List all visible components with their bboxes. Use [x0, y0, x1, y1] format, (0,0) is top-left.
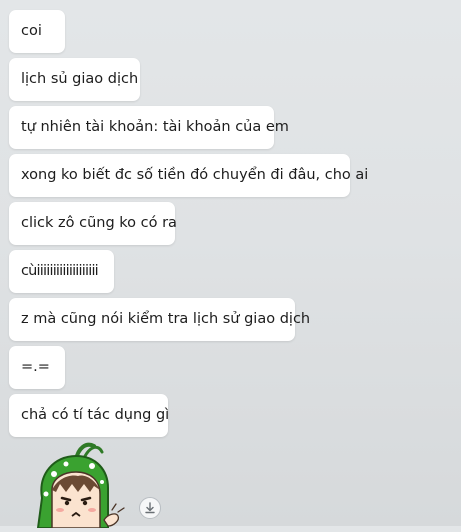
- message-text: cùiiiiiiiiiiiiiiiiiii: [21, 263, 99, 279]
- message-text: tự nhiên tài khoản: tài khoản của em: [21, 119, 289, 135]
- message-text: =.=: [21, 359, 50, 375]
- message-bubble[interactable]: chả có tí tác dụng gì: [9, 394, 170, 437]
- message-bubble[interactable]: xong ko biết đc số tiền đó chuyển đi đâu…: [9, 154, 368, 197]
- message-text: chả có tí tác dụng gì: [21, 407, 170, 423]
- message-text: click zô cũng ko có ra: [21, 215, 177, 231]
- message-bubble[interactable]: coi: [9, 10, 65, 53]
- chat-area: coi lịch sủ giao dịch tự nhiên tài khoản…: [0, 0, 461, 529]
- message-bubble[interactable]: lịch sủ giao dịch: [9, 58, 140, 101]
- message-text: z mà cũng nói kiểm tra lịch sử giao dịch: [21, 311, 311, 327]
- message-text: lịch sủ giao dịch: [21, 71, 139, 87]
- message-bubble[interactable]: click zô cũng ko có ra: [9, 202, 177, 245]
- download-icon[interactable]: [139, 497, 161, 519]
- message-bubble[interactable]: z mà cũng nói kiểm tra lịch sử giao dịch: [9, 298, 310, 341]
- message-text: xong ko biết đc số tiền đó chuyển đi đâu…: [21, 167, 369, 183]
- message-bubble[interactable]: tự nhiên tài khoản: tài khoản của em: [9, 106, 289, 149]
- message-bubble[interactable]: cùiiiiiiiiiiiiiiiiiii: [9, 250, 114, 293]
- message-text: coi: [21, 23, 42, 39]
- cartoon-sticker-icon[interactable]: [32, 438, 128, 529]
- message-bubble[interactable]: =.=: [9, 346, 65, 389]
